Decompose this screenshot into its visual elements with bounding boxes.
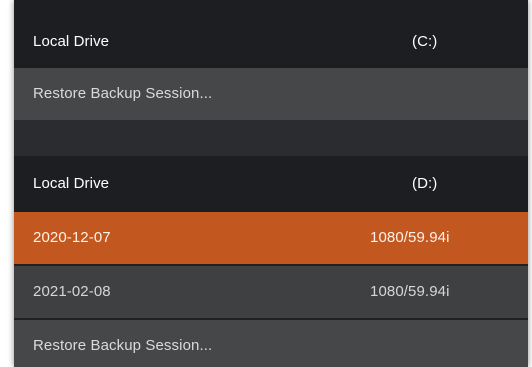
session-name-label: 2021-02-08 [33,283,111,300]
restore-backup-label: Restore Backup Session... [33,85,213,102]
drive-name-label: Local Drive [33,175,110,192]
drive-header-d: Local Drive (D:) [14,156,528,212]
restore-backup-session-c[interactable]: Restore Backup Session... [14,68,528,120]
session-name-label: 2020-12-07 [33,229,111,246]
session-format-label: 1080/59.94i [370,229,450,246]
drive-letter-label: (D:) [412,175,438,192]
session-list-panel: Local Drive (C:) Restore Backup Session.… [14,0,528,367]
session-row-2021-02-08[interactable]: 2021-02-08 1080/59.94i [14,266,528,318]
restore-backup-session-d[interactable]: Restore Backup Session... [14,320,528,367]
restore-backup-label: Restore Backup Session... [33,337,213,354]
session-format-label: 1080/59.94i [370,283,450,300]
section-divider [14,120,528,156]
session-row-2020-12-07[interactable]: 2020-12-07 1080/59.94i [14,212,528,264]
